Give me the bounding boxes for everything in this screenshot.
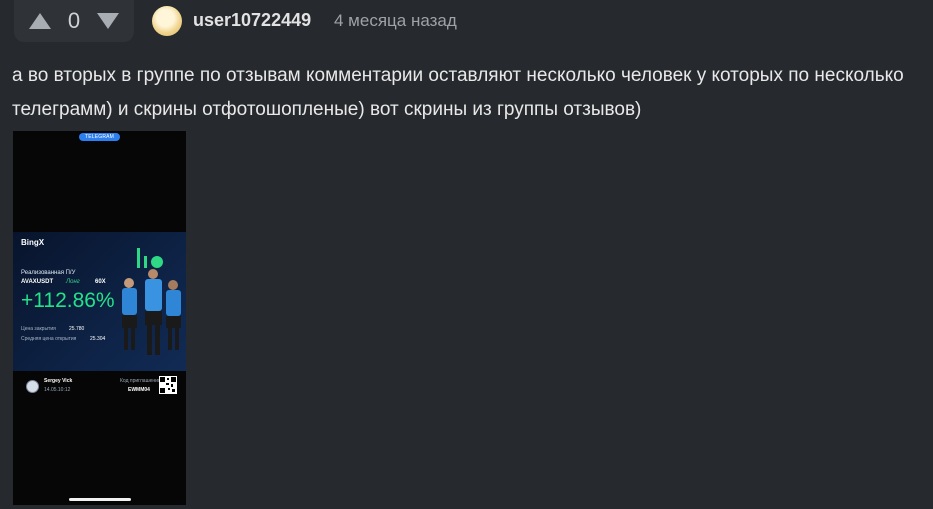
invite-code-label: Код приглашения [120,378,161,384]
leverage: 60X [95,279,106,285]
pnl-label: Реализованная П/У [21,270,76,276]
trade-date: 14.05.10:12 [44,387,71,393]
qr-code-icon [159,376,177,394]
attached-screenshot[interactable]: TELEGRAM BingX Реализованная П/У AVAXUSD… [13,131,186,505]
close-price: 25.780 [69,326,85,332]
invite-code: EWMM04 [128,387,150,393]
username[interactable]: user10722449 [193,10,311,31]
vote-count: 0 [67,8,81,33]
players-illustration [122,269,181,355]
avatar[interactable] [152,6,182,36]
pnl-value: +112.86% [21,289,115,312]
bars-decoration-icon [137,248,163,268]
downvote-arrow-icon[interactable] [96,9,120,33]
open-price-label: Средняя цена открытия [21,336,77,342]
user-avatar [26,380,39,393]
pnl-card: BingX Реализованная П/У AVAXUSDT Лонг 60… [13,232,186,371]
comment-text: а во вторых в группе по отзывам коммента… [12,65,904,120]
trading-pair: AVAXUSDT [21,279,54,285]
telegram-pill-label: TELEGRAM [84,134,115,140]
trader-name: Sergey Vick [44,378,73,384]
vote-control: 0 [14,0,134,42]
comment-timestamp[interactable]: 4 месяца назад [334,11,457,31]
home-indicator [69,498,131,501]
upvote-arrow-icon[interactable] [28,9,52,33]
comment-header: 0 [14,0,134,42]
telegram-pill: TELEGRAM [79,133,120,141]
brand-logo: BingX [21,238,45,247]
open-price: 25.304 [90,336,106,342]
close-price-label: Цена закрытия [21,326,56,332]
trade-direction: Лонг [66,279,80,285]
